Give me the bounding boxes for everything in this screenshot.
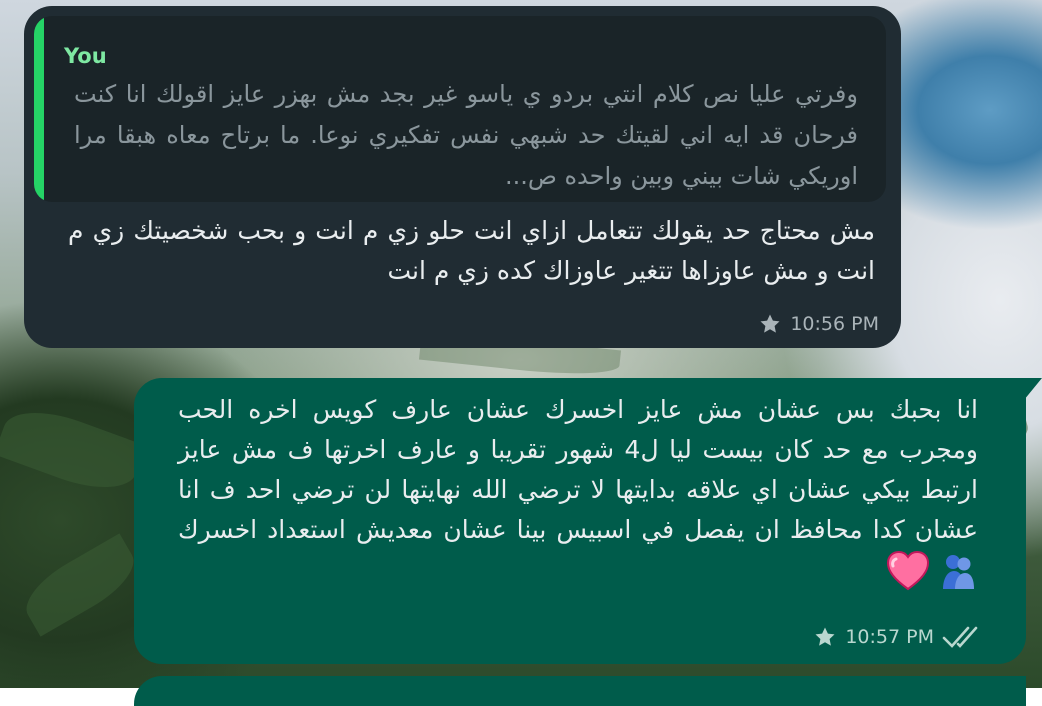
quote-author: You <box>64 44 107 68</box>
bubble-tail <box>1024 378 1042 400</box>
quote-text: وفرتي عليا نص كلام انتي بردو ي ياسو غير … <box>74 80 858 190</box>
message-text-body: انا بحبك بس عشان مش عايز اخسرك عشان عارف… <box>178 395 978 544</box>
incoming-message-bubble[interactable]: You وفرتي عليا نص كلام انتي بردو ي ياسو … <box>24 6 901 348</box>
message-meta: 10:56 PM <box>758 312 879 336</box>
message-time: 10:56 PM <box>790 313 879 335</box>
message-meta: 10:57 PM <box>813 624 986 650</box>
message-time: 10:57 PM <box>845 626 934 648</box>
outgoing-message-bubble[interactable]: انا بحبك بس عشان مش عايز اخسرك عشان عارف… <box>134 378 1042 664</box>
message-text: انا بحبك بس عشان مش عايز اخسرك عشان عارف… <box>178 390 978 604</box>
next-message-bubble-partial[interactable] <box>134 676 1026 706</box>
quoted-message[interactable]: You وفرتي عليا نص كلام انتي بردو ي ياسو … <box>34 16 886 202</box>
quote-accent-bar <box>34 16 44 202</box>
pink-heart-icon <box>886 550 930 604</box>
people-hugging-icon <box>938 551 978 603</box>
star-icon <box>815 627 835 646</box>
double-check-icon <box>942 626 978 648</box>
star-icon <box>760 314 780 333</box>
message-text: مش محتاج حد يقولك تتعامل ازاي انت حلو زي… <box>68 216 875 285</box>
